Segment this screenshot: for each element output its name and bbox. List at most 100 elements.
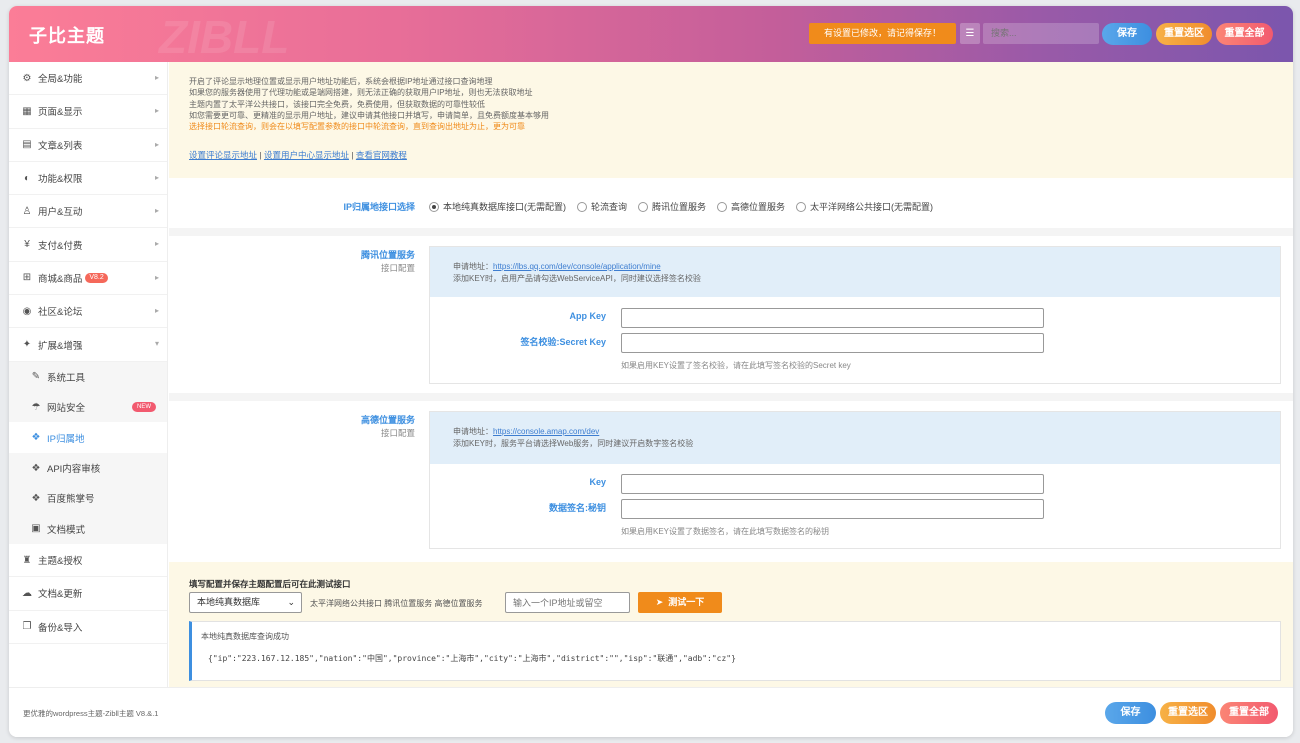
sidebar-item-page[interactable]: ▦ 页面&显示 ▸	[9, 95, 167, 129]
sidebar-main-list: ⚙ 全局&功能 ▸ ▦ 页面&显示 ▸ ▤ 文章&列表 ▸ ◐ 功能&权限 ▸ ♙ 用户&互动 ▸ …	[9, 62, 167, 362]
radio-amap[interactable]: 高德位置服务	[717, 200, 785, 213]
sidebar-subitem-ip[interactable]: ❖ IP归属地	[9, 422, 167, 453]
footer-version-text: 更优雅的wordpress主题-Zibll主题 V8.&.1	[23, 709, 159, 718]
amap-help-text: 如果启用KEY设置了数据签名，请在此填写数据签名的秘钥	[621, 527, 830, 536]
sidebar-item-global[interactable]: ⚙ 全局&功能 ▸	[9, 62, 167, 96]
app-window: ZIBLL 子比主题 有设置已修改，请记得保存！ ☰ 保存 重置选区 重置全部 …	[9, 6, 1293, 737]
chevron-right-icon: ▸	[154, 172, 159, 182]
sidebar-item-docs[interactable]: ☁ 文档&更新	[9, 577, 167, 611]
sidebar-subitem-label: API内容审核	[47, 464, 101, 476]
logo-watermark: ZIBLL	[159, 11, 290, 63]
sidebar-subitem-baidu[interactable]: ❖ 百度熊掌号	[9, 483, 167, 513]
radio-pconline[interactable]: 太平洋网络公共接口(无需配置)	[796, 200, 933, 213]
notice-line: 如果您的服务器使用了代理功能或是端网搭建，则无法正确的获取用户IP地址，则也无法…	[189, 88, 533, 98]
user-center-address-link[interactable]: 设置用户中心显示地址	[264, 150, 349, 160]
amap-key-label: Key	[589, 477, 606, 487]
test-button[interactable]: ➤ 测试一下	[638, 592, 722, 613]
tencent-panel-header: 申请地址：https://lbs.qq.com/dev/console/appl…	[430, 247, 1280, 297]
tencent-section-title: 腾讯位置服务	[360, 250, 415, 260]
ip-interface-radio-group: 本地纯真数据库接口(无需配置) 轮流查询 腾讯位置服务 高德位置服务 太平洋网络…	[429, 200, 944, 213]
notice-line: 主题内置了太平洋公共接口，该接口完全免费，免费使用，但获取数据的可靠性较低	[189, 99, 485, 109]
tencent-apply-link[interactable]: https://lbs.qq.com/dev/console/applicati…	[493, 262, 661, 271]
sidebar-item-article[interactable]: ▤ 文章&列表 ▸	[9, 129, 167, 162]
sidebar-item-shop[interactable]: ⊞ 商城&商品 V8.2 ▸	[9, 262, 167, 296]
sidebar-item-label: 功能&权限	[38, 174, 83, 186]
yen-icon: ¥	[24, 239, 30, 251]
sidebar-subitem-tools[interactable]: ✎ 系统工具	[9, 362, 167, 392]
umbrella-icon: ☂	[31, 401, 41, 413]
link-divider: |	[348, 150, 356, 161]
radio-unchecked-icon	[638, 201, 649, 212]
tencent-secret-key-label: 签名校验:Secret Key	[520, 337, 606, 347]
new-badge: NEW	[132, 402, 156, 413]
sidebar-item-backup[interactable]: ❐ 备份&导入	[9, 611, 167, 644]
radio-label: 腾讯位置服务	[652, 202, 707, 212]
sidebar-item-label: 用户&互动	[38, 207, 83, 219]
sidebar-subitem-label: 文档模式	[47, 524, 86, 536]
cart-icon: ⊞	[22, 272, 32, 284]
test-result-json: {"ip":"223.167.12.185","nation":"中国","pr…	[208, 654, 736, 663]
sidebar-item-pay[interactable]: ¥ 支付&付费 ▸	[9, 228, 167, 262]
tencent-section-subtitle: 接口配置	[380, 263, 415, 273]
sidebar-subitem-api-audit[interactable]: ❖ API内容审核	[9, 453, 167, 483]
search-input[interactable]	[983, 23, 1099, 44]
section-divider	[169, 228, 1293, 236]
tencent-secret-key-input[interactable]	[621, 333, 1044, 353]
sidebar-subitem-label: 网站安全	[47, 403, 86, 415]
copy-icon: ❐	[22, 621, 32, 633]
test-ip-input[interactable]	[505, 592, 630, 613]
cloud-icon: ☁	[22, 587, 32, 599]
sidebar-item-label: 备份&导入	[38, 622, 83, 634]
amap-section-title: 高德位置服务	[360, 415, 415, 425]
sidebar-item-permission[interactable]: ◐ 功能&权限 ▸	[9, 162, 167, 196]
radio-tencent[interactable]: 腾讯位置服务	[638, 200, 706, 213]
radio-label: 太平洋网络公共接口(无需配置)	[810, 202, 934, 212]
amap-apply-link[interactable]: https://console.amap.com/dev	[493, 427, 599, 436]
sidebar-subitem-doc[interactable]: ▣ 文档模式	[9, 514, 167, 544]
official-tutorial-link[interactable]: 查看官网教程	[356, 150, 407, 160]
menu-icon[interactable]: ☰	[960, 23, 980, 44]
reset-section-button[interactable]: 重置选区	[1156, 23, 1212, 45]
paw-icon: ❖	[31, 462, 41, 474]
sidebar: ⚙ 全局&功能 ▸ ▦ 页面&显示 ▸ ▤ 文章&列表 ▸ ◐ 功能&权限 ▸ ♙ 用户&互动 ▸ …	[9, 62, 168, 687]
notice-links: 设置评论显示地址 | 设置用户中心显示地址 | 查看官网教程	[189, 149, 1293, 161]
main-content: 开启了评论显示地理位置或显示用户地址功能后，系统会根据IP地址通过接口查询地理 …	[169, 62, 1293, 687]
footer-save-button[interactable]: 保存	[1105, 702, 1156, 724]
notice-line: 开启了评论显示地理位置或显示用户地址功能后，系统会根据IP地址通过接口查询地理	[189, 77, 493, 86]
test-options-text: 太平洋网络公共接口 腾讯位置服务 高德位置服务	[310, 599, 483, 608]
section-divider	[169, 393, 1293, 401]
calendar-icon: ▦	[22, 105, 32, 117]
unsaved-notice-badge: 有设置已修改，请记得保存！	[809, 23, 956, 44]
test-interface-select[interactable]: 本地纯真数据库 ⌄	[189, 592, 302, 613]
sidebar-subitem-security[interactable]: ☂ 网站安全 NEW	[9, 392, 167, 422]
reset-all-button[interactable]: 重置全部	[1216, 23, 1273, 45]
radio-label: 高德位置服务	[731, 202, 786, 212]
comment-address-link[interactable]: 设置评论显示地址	[189, 150, 257, 160]
test-button-label: 测试一下	[668, 597, 705, 607]
save-button[interactable]: 保存	[1102, 23, 1152, 45]
sidebar-item-label: 文章&列表	[38, 140, 83, 152]
apply-prefix: 申请地址：	[453, 427, 493, 436]
radio-unchecked-icon	[577, 201, 587, 212]
footer-reset-all-button[interactable]: 重置全部	[1220, 702, 1278, 724]
footer-reset-section-button[interactable]: 重置选区	[1160, 702, 1216, 724]
amap-key-input[interactable]	[621, 474, 1044, 494]
radio-local[interactable]: 本地纯真数据库接口(无需配置)	[429, 200, 566, 213]
sidebar-item-license[interactable]: ♜ 主题&授权	[9, 544, 167, 578]
chevron-right-icon: ▸	[154, 139, 159, 149]
amap-secret-input[interactable]	[621, 499, 1044, 519]
notice-line: 如您需要更可靠、更精准的显示用户地址，建议申请其他接口并填写，申请简单，且免费额…	[189, 110, 549, 120]
sidebar-item-user[interactable]: ♙ 用户&互动 ▸	[9, 195, 167, 229]
tencent-app-key-input[interactable]	[621, 308, 1044, 328]
radio-rotate[interactable]: 轮流查询	[577, 200, 627, 213]
puzzle-icon: ✦	[22, 339, 32, 351]
tencent-app-key-label: App Key	[569, 311, 606, 321]
chevron-right-icon: ▸	[154, 306, 159, 316]
sidebar-item-forum[interactable]: ◉ 社区&论坛 ▸	[9, 295, 167, 329]
wrench-icon: ✎	[31, 371, 41, 383]
test-interface-area: 填写配置并保存主题配置后可在此测试接口 本地纯真数据库 ⌄ 太平洋网络公共接口 腾…	[169, 562, 1293, 687]
map-icon: ▤	[22, 139, 32, 151]
sidebar-item-extend[interactable]: ✦ 扩展&增强 ▾	[9, 328, 167, 362]
chevron-right-icon: ▸	[154, 239, 159, 249]
chevron-right-icon: ▸	[154, 106, 159, 116]
